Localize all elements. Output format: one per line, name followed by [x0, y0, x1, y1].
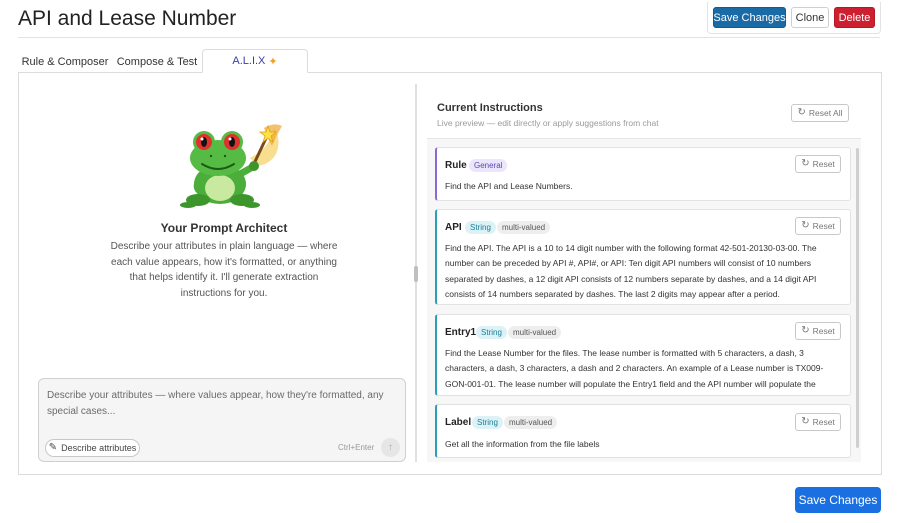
current-instructions-title: Current Instructions [437, 102, 543, 114]
resize-handle[interactable] [414, 266, 418, 282]
current-instructions-subtitle: Live preview — edit directly or apply su… [437, 118, 659, 128]
card-name: Entry1 [445, 327, 477, 338]
prompt-architect-description: Describe your attributes in plain langua… [110, 241, 338, 299]
card-name: Rule [445, 160, 467, 171]
reset-label: Reset [812, 417, 835, 427]
describe-attributes-label: Describe attributes [61, 443, 137, 453]
type-badge: General [469, 159, 508, 172]
prompt-architect-title: Your Prompt Architect [160, 221, 288, 235]
tab-label: A.L.I.X [232, 55, 266, 67]
multi-valued-badge: multi-valued [497, 221, 551, 234]
multi-valued-badge: multi-valued [504, 416, 558, 429]
tab-label: Compose & Test [116, 55, 198, 68]
send-button[interactable]: ↑ [381, 438, 400, 457]
multi-valued-badge: multi-valued [508, 326, 562, 339]
delete-button[interactable]: Delete [834, 7, 875, 28]
tab-rule-composer[interactable]: Rule & Composer [20, 50, 110, 73]
frog-mascot-icon [180, 124, 282, 208]
reset-label: Reset [812, 221, 835, 231]
reset-button[interactable]: ↻ Reset [795, 217, 841, 235]
scrollbar[interactable] [856, 148, 859, 448]
reset-icon: ↻ [801, 158, 810, 169]
reset-label: Reset [812, 159, 835, 169]
card-text[interactable]: Find the API. The API is a 10 to 14 digi… [445, 241, 843, 303]
reset-icon: ↻ [801, 325, 810, 336]
reset-all-button[interactable]: ↻ Reset All [791, 104, 849, 122]
reset-icon: ↻ [801, 416, 810, 427]
chat-input-placeholder[interactable]: Describe your attributes — where values … [47, 388, 392, 419]
reset-icon: ↻ [801, 220, 810, 231]
header-divider [18, 37, 880, 38]
tab-alix[interactable]: A.L.I.X ✦ [202, 49, 308, 73]
arrow-up-icon: ↑ [388, 441, 393, 453]
card-text[interactable]: Get all the information from the file la… [445, 437, 843, 453]
reset-label: Reset [812, 326, 835, 336]
sparkle-icon: ✦ [268, 55, 278, 68]
card-text[interactable]: Find the Lease Number for the files. The… [445, 346, 843, 392]
card-text[interactable]: Find the API and Lease Numbers. [445, 179, 843, 195]
save-changes-button[interactable]: Save Changes [713, 7, 786, 28]
reset-button[interactable]: ↻ Reset [795, 322, 841, 340]
card-name: Label [445, 417, 472, 428]
tab-label: Rule & Composer [21, 55, 109, 68]
pencil-icon: ✎ [48, 442, 58, 453]
type-badge: String [472, 416, 503, 429]
clone-button[interactable]: Clone [791, 7, 829, 28]
reset-button[interactable]: ↻ Reset [795, 155, 841, 173]
tab-compose-test[interactable]: Compose & Test [114, 50, 200, 73]
card-name: API [445, 222, 462, 233]
type-badge: String [465, 221, 496, 234]
page-title: API and Lease Number [18, 7, 237, 30]
reset-icon: ↻ [797, 107, 806, 118]
reset-all-label: Reset All [808, 108, 843, 118]
reset-button[interactable]: ↻ Reset [795, 413, 841, 431]
type-badge: String [476, 326, 507, 339]
describe-attributes-button[interactable]: ✎ Describe attributes [45, 439, 140, 457]
shortcut-hint: Ctrl+Enter [338, 443, 375, 452]
save-changes-bottom-button[interactable]: Save Changes [795, 487, 881, 513]
